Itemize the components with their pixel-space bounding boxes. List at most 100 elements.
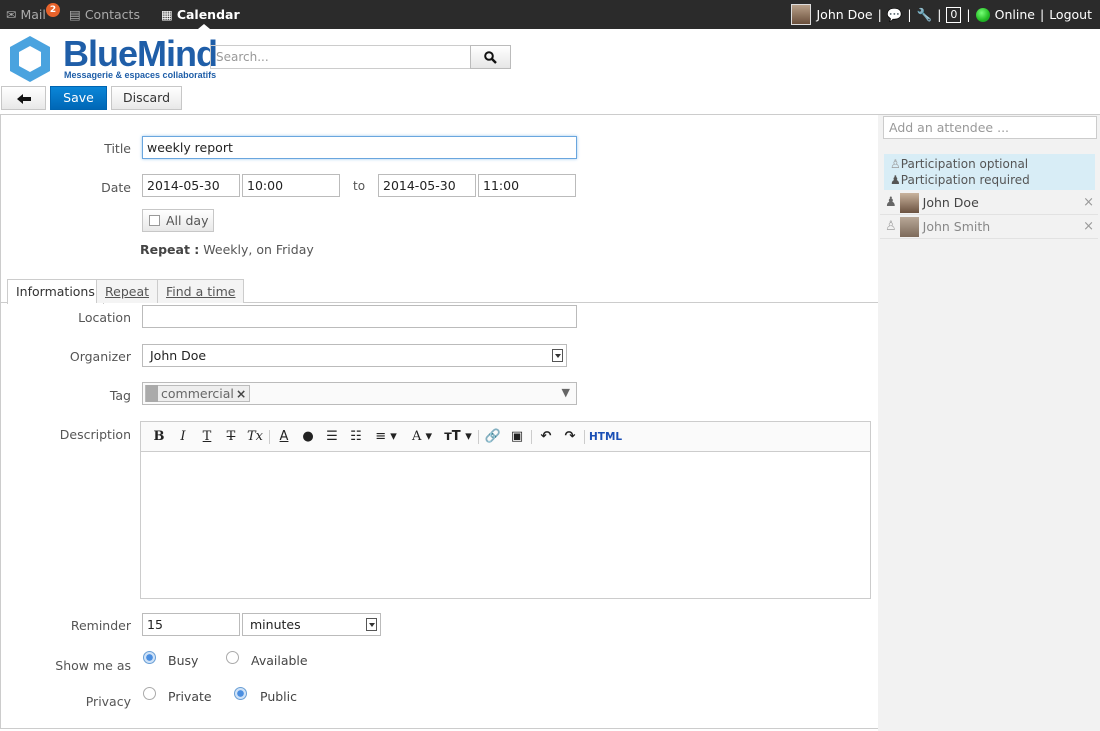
align-dropdown-icon[interactable]: ≡ ▾ <box>368 429 404 444</box>
reminder-label: Reminder <box>70 618 131 633</box>
discard-button[interactable]: Discard <box>111 86 182 110</box>
numbered-list-icon[interactable]: ☷ <box>344 429 368 444</box>
tab-repeat[interactable]: Repeat <box>96 279 159 303</box>
busy-label: Busy <box>168 653 199 668</box>
description-editor: B I T T Tx A ● ☰ ☷ ≡ ▾ A ▾ тT ▾ 🔗 ▣ ↶ ↷ … <box>140 421 871 599</box>
highlight-color-icon[interactable]: ● <box>296 429 320 444</box>
editor-toolbar: B I T T Tx A ● ☰ ☷ ≡ ▾ A ▾ тT ▾ 🔗 ▣ ↶ ↷ … <box>141 422 870 452</box>
event-tabs: Informations Repeat Find a time <box>0 279 878 304</box>
available-radio[interactable] <box>226 651 239 664</box>
text-color-icon[interactable]: A <box>272 429 296 444</box>
search-icon <box>484 50 497 64</box>
attendee-row: ♟ John Doe × <box>880 191 1098 215</box>
strikethrough-icon[interactable]: T <box>219 429 243 444</box>
mail-unread-badge: 2 <box>46 3 60 17</box>
font-size-dropdown-icon[interactable]: тT ▾ <box>440 429 476 444</box>
required-participant-icon[interactable]: ♟ <box>885 195 897 210</box>
description-label: Description <box>59 427 131 442</box>
calendar-icon: ▦ <box>161 7 173 22</box>
clear-format-icon[interactable]: Tx <box>243 429 267 444</box>
required-participant-icon: ♟ <box>890 173 901 187</box>
all-day-toggle[interactable]: All day <box>142 209 214 232</box>
organizer-select[interactable]: John Doe <box>142 344 567 367</box>
notification-counter[interactable]: 0 <box>946 6 962 23</box>
remove-attendee-icon[interactable]: × <box>1083 195 1094 210</box>
user-menu: John Doe | 💬 | 🔧 | 0 | Online | Logout <box>791 4 1092 25</box>
start-date-input[interactable]: 2014-05-30 <box>142 174 240 197</box>
logo-tagline: Messagerie & espaces collaboratifs <box>64 70 217 80</box>
tab-find-a-time[interactable]: Find a time <box>157 279 245 303</box>
end-time-input[interactable]: 11:00 <box>478 174 576 197</box>
optional-participant-icon[interactable]: ♙ <box>885 219 897 234</box>
attendee-row: ♙ John Smith × <box>880 215 1098 239</box>
tag-dropdown-icon[interactable]: ▼ <box>562 386 570 399</box>
public-label: Public <box>260 689 297 704</box>
save-button[interactable]: Save <box>50 86 107 110</box>
top-navigation-bar: ✉ Mail 2 ▤ Contacts ▦ Calendar John Doe … <box>0 0 1100 29</box>
participation-legend: ♙Participation optional ♟Participation r… <box>884 154 1095 190</box>
user-avatar[interactable] <box>791 4 812 25</box>
image-icon[interactable]: ▣ <box>505 429 529 444</box>
chevron-down-icon <box>552 349 563 362</box>
calendar-app-link[interactable]: ▦ Calendar <box>161 7 240 22</box>
attendee-avatar <box>899 216 919 237</box>
private-label: Private <box>168 689 212 704</box>
end-date-input[interactable]: 2014-05-30 <box>378 174 476 197</box>
user-name[interactable]: John Doe <box>816 7 872 22</box>
bullet-list-icon[interactable]: ☰ <box>320 429 344 444</box>
public-radio[interactable] <box>234 687 247 700</box>
location-label: Location <box>78 310 131 325</box>
remove-tag-icon[interactable]: × <box>236 386 246 401</box>
privacy-label: Privacy <box>85 694 131 709</box>
remove-attendee-icon[interactable]: × <box>1083 219 1094 234</box>
available-label: Available <box>251 653 308 668</box>
date-label: Date <box>101 180 131 195</box>
busy-radio[interactable] <box>143 651 156 664</box>
contacts-app-link[interactable]: ▤ Contacts <box>69 7 140 22</box>
add-attendee-input[interactable]: Add an attendee ... <box>883 116 1097 139</box>
chevron-down-icon <box>366 618 377 631</box>
logout-link[interactable]: Logout <box>1049 7 1092 22</box>
search-button[interactable] <box>470 45 511 69</box>
to-label: to <box>353 179 366 193</box>
organizer-label: Organizer <box>69 349 131 364</box>
start-time-input[interactable]: 10:00 <box>242 174 340 197</box>
reminder-value-input[interactable]: 15 <box>142 613 240 636</box>
redo-icon[interactable]: ↷ <box>558 429 582 444</box>
title-input[interactable]: weekly report <box>142 136 577 159</box>
reminder-unit-select[interactable]: minutes <box>242 613 381 636</box>
underline-icon[interactable]: T <box>195 429 219 444</box>
location-input[interactable] <box>142 305 577 328</box>
attendee-avatar <box>899 192 919 213</box>
link-icon[interactable]: 🔗 <box>481 429 505 444</box>
contacts-icon: ▤ <box>69 7 81 22</box>
italic-icon[interactable]: I <box>171 429 195 444</box>
undo-icon[interactable]: ↶ <box>534 429 558 444</box>
optional-participant-icon: ♙ <box>890 157 901 171</box>
font-family-dropdown-icon[interactable]: A ▾ <box>404 429 440 444</box>
back-arrow-icon <box>16 94 31 104</box>
back-button[interactable] <box>1 86 46 110</box>
active-app-indicator <box>198 24 210 29</box>
search-input[interactable]: Search... <box>210 45 472 69</box>
online-status-icon[interactable] <box>975 7 990 22</box>
status-label[interactable]: Online <box>995 7 1035 22</box>
bold-icon[interactable]: B <box>147 429 171 444</box>
tag-color-swatch <box>146 385 158 402</box>
settings-wrench-icon[interactable]: 🔧 <box>917 7 933 23</box>
private-radio[interactable] <box>143 687 156 700</box>
html-source-button[interactable]: HTML <box>589 431 622 443</box>
repeat-summary: Repeat : Weekly, on Friday <box>140 242 314 257</box>
description-text-area[interactable] <box>141 452 870 598</box>
mail-icon: ✉ <box>6 7 17 22</box>
tab-informations[interactable]: Informations <box>7 279 104 304</box>
logo-name: BlueMind <box>63 33 218 74</box>
tag-label: Tag <box>109 388 131 403</box>
all-day-checkbox[interactable] <box>149 215 160 226</box>
mail-app-link[interactable]: ✉ Mail <box>6 7 46 22</box>
tag-select[interactable]: commercial × ▼ <box>142 382 577 405</box>
chat-icon[interactable]: 💬 <box>887 7 903 23</box>
title-label: Title <box>104 141 131 156</box>
bluemind-logo-icon <box>10 36 50 82</box>
tag-chip: commercial × <box>145 385 251 402</box>
